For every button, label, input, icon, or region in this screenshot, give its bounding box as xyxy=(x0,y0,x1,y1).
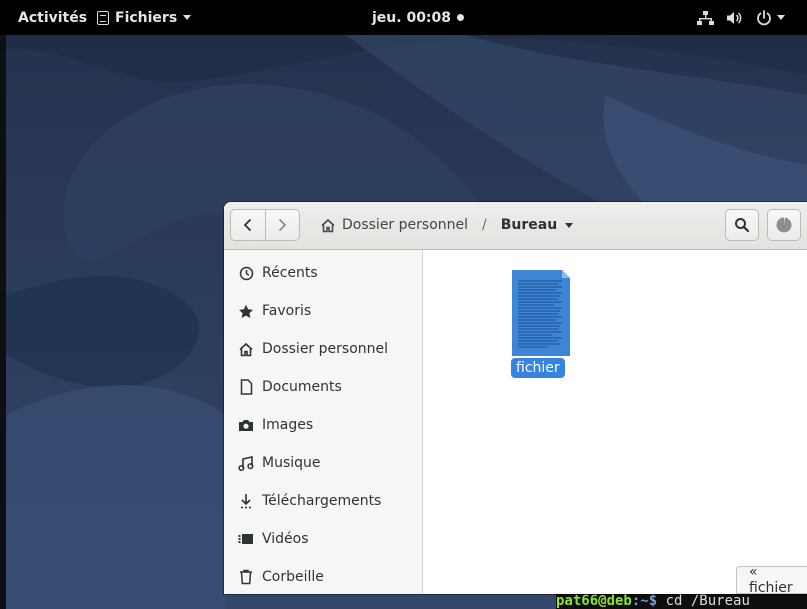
header-bar: Dossier personnel / Bureau xyxy=(224,202,807,250)
chevron-down-icon xyxy=(777,15,785,20)
breadcrumb-current[interactable]: Bureau xyxy=(500,217,574,233)
sidebar-item-label: Vidéos xyxy=(262,531,309,547)
forward-button[interactable] xyxy=(264,210,300,240)
file-manager-window: Dossier personnel / Bureau Récents Favor… xyxy=(224,202,807,594)
chevron-down-icon xyxy=(565,222,574,228)
home-icon xyxy=(238,341,254,357)
search-icon xyxy=(735,218,750,233)
sidebar-item-images[interactable]: Images xyxy=(224,406,422,444)
activities-button[interactable]: Activités xyxy=(18,0,87,35)
sidebar-item-music[interactable]: Musique xyxy=(224,444,422,482)
text-document-icon xyxy=(512,270,570,356)
breadcrumb-current-label: Bureau xyxy=(500,217,558,233)
sidebar-item-label: Récents xyxy=(262,265,318,281)
file-name-label: fichier xyxy=(511,358,565,378)
terminal-user: pat66@deb xyxy=(556,594,632,609)
sidebar-item-recents[interactable]: Récents xyxy=(224,254,422,292)
top-bar: Activités Fichiers jeu. 00:08 xyxy=(0,0,807,35)
terminal-command: cd /Bureau xyxy=(657,594,750,609)
breadcrumb-separator: / xyxy=(482,217,487,233)
navigation-buttons xyxy=(230,209,300,241)
breadcrumb: Dossier personnel / Bureau xyxy=(320,209,574,241)
chevron-left-icon xyxy=(243,218,251,232)
network-icon xyxy=(697,10,714,25)
operations-progress-button[interactable] xyxy=(767,209,801,241)
notification-dot-icon xyxy=(457,14,465,21)
breadcrumb-home[interactable]: Dossier personnel xyxy=(320,217,468,233)
sidebar-item-label: Téléchargements xyxy=(262,493,382,509)
star-icon xyxy=(238,303,254,319)
clock-icon xyxy=(238,265,254,281)
sidebar-item-favorites[interactable]: Favoris xyxy=(224,292,422,330)
power-icon xyxy=(757,9,771,25)
sidebar-item-label: Images xyxy=(262,417,314,433)
camera-icon xyxy=(238,417,254,433)
home-icon xyxy=(321,218,335,232)
status-text: « fichier xyxy=(749,564,793,596)
floating-status-bar: « fichier xyxy=(736,564,807,596)
file-view: fichier xyxy=(423,250,807,594)
chevron-down-icon xyxy=(183,15,192,20)
music-icon xyxy=(238,455,254,471)
progress-pie-icon xyxy=(776,217,792,233)
clock-label: jeu. 00:08 xyxy=(372,9,452,26)
terminal-prompt: :~$ xyxy=(631,594,658,609)
sidebar-item-label: Musique xyxy=(262,455,321,471)
system-status-menu[interactable] xyxy=(697,0,785,35)
sidebar-item-downloads[interactable]: Téléchargements xyxy=(224,482,422,520)
sidebar-item-documents[interactable]: Documents xyxy=(224,368,422,406)
search-button[interactable] xyxy=(725,209,759,241)
volume-icon xyxy=(727,11,742,24)
sidebar-item-trash[interactable]: Corbeille xyxy=(224,558,422,594)
files-app-icon xyxy=(97,10,109,25)
breadcrumb-home-label: Dossier personnel xyxy=(342,217,469,233)
app-menu-button[interactable]: Fichiers xyxy=(97,0,192,35)
sidebar-item-home[interactable]: Dossier personnel xyxy=(224,330,422,368)
power-menu xyxy=(756,9,785,26)
back-button[interactable] xyxy=(231,210,265,240)
sidebar-item-label: Corbeille xyxy=(262,569,324,585)
sidebar-item-videos[interactable]: Vidéos xyxy=(224,520,422,558)
sidebar-item-label: Documents xyxy=(262,379,342,395)
terminal-window[interactable]: pat66@deb:~$ cd /Bureau xyxy=(556,594,807,609)
trash-icon xyxy=(238,569,254,585)
app-menu-label: Fichiers xyxy=(115,9,178,26)
file-item[interactable] xyxy=(510,268,570,360)
document-icon xyxy=(238,379,254,395)
sidebar-item-label: Favoris xyxy=(262,303,312,319)
video-icon xyxy=(238,531,254,547)
chevron-right-icon xyxy=(279,218,287,232)
sidebar-item-label: Dossier personnel xyxy=(262,341,389,357)
download-icon xyxy=(238,493,254,509)
activities-label: Activités xyxy=(18,9,88,26)
clock-button[interactable]: jeu. 00:08 xyxy=(372,0,465,35)
places-sidebar: Récents Favoris Dossier personnel Docume… xyxy=(224,250,423,594)
